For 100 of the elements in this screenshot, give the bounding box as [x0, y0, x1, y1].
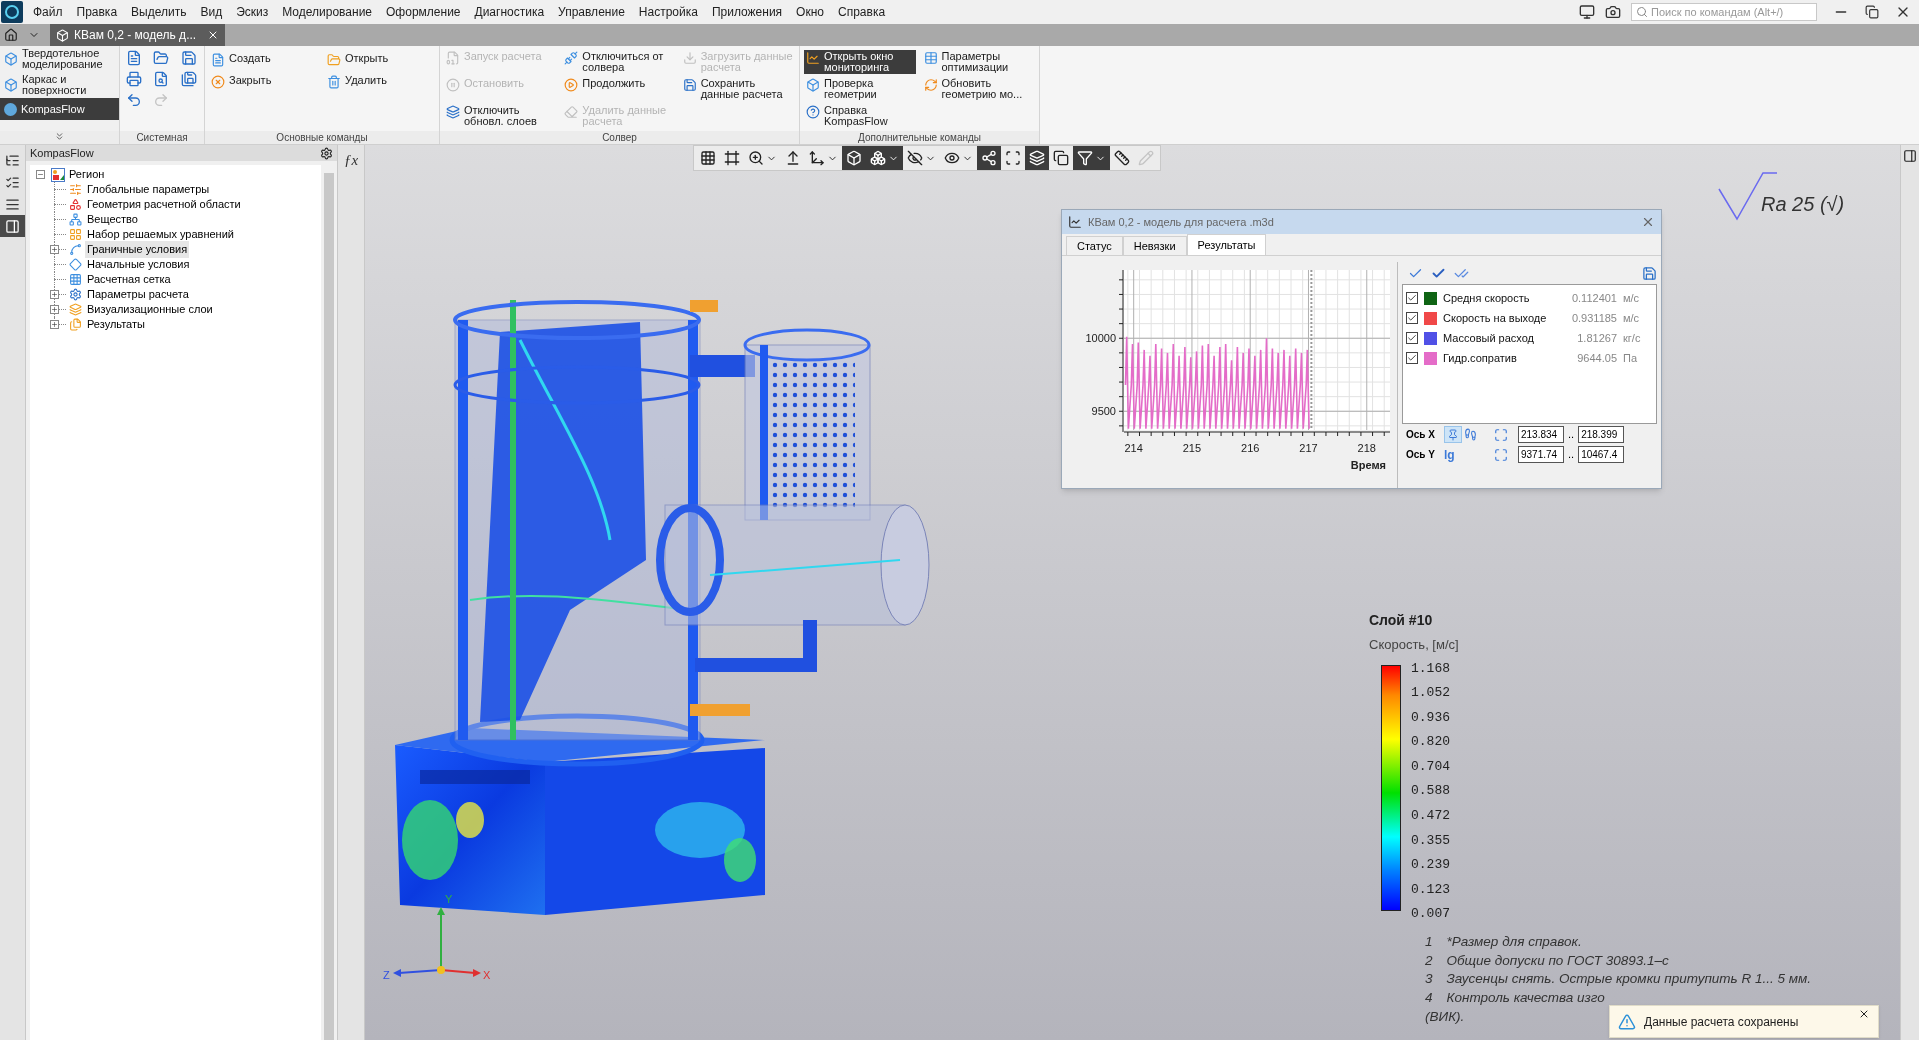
file-search-icon[interactable]	[153, 71, 170, 87]
toolbar-button[interactable]	[977, 146, 1001, 170]
menu-item[interactable]: Оформление	[384, 3, 463, 21]
menu-item[interactable]: Выделить	[129, 3, 189, 21]
checkbox[interactable]	[1406, 332, 1418, 344]
ribbon-command[interactable]: Параметры оптимизации	[921, 50, 1034, 74]
cube-icon	[806, 78, 820, 92]
undo-icon[interactable]	[126, 92, 142, 108]
dialog-title: КВам 0,2 - модель для расчета .m3d	[1088, 214, 1274, 230]
tree-item[interactable]: Набор решаемых уравнений	[85, 226, 236, 243]
ribbon-command[interactable]: Удалить	[325, 74, 435, 90]
ribbon-command[interactable]: Сохранить данные расчета	[680, 77, 795, 101]
ribbon-command[interactable]: Закрыть	[209, 74, 319, 90]
search-field[interactable]: Поиск по командам (Alt+/)	[1631, 3, 1817, 21]
ribbon-command[interactable]: Создать	[209, 52, 319, 68]
expand-toggle[interactable]	[50, 290, 59, 299]
axis-max-field[interactable]: 10467.4	[1578, 446, 1625, 463]
toolbar-button[interactable]	[866, 146, 903, 170]
legend-title: Слой #10	[1369, 611, 1434, 630]
tree-item[interactable]: Визуализационные слои	[85, 301, 215, 318]
curve-icon	[69, 243, 82, 256]
checkbox[interactable]	[1406, 312, 1418, 324]
fit-icon[interactable]	[1494, 427, 1508, 442]
menu-item[interactable]: Моделирование	[280, 3, 375, 21]
pin-toggle[interactable]	[1444, 426, 1462, 443]
expand-icon[interactable]	[54, 131, 65, 142]
close-icon[interactable]	[1858, 1008, 1870, 1020]
tree-item[interactable]: Начальные условия	[85, 256, 192, 273]
save-icon[interactable]	[1642, 265, 1657, 281]
menu-item[interactable]: Приложения	[709, 3, 785, 21]
menu-item[interactable]: Вид	[198, 3, 225, 21]
menu-item[interactable]: Файл	[31, 3, 65, 21]
refresh-icon	[923, 78, 938, 92]
checkbox[interactable]	[1406, 352, 1418, 364]
expand-toggle[interactable]	[36, 170, 45, 179]
dialog-tab[interactable]: Невязки	[1122, 236, 1187, 255]
tree-item[interactable]: Граничные условия	[85, 241, 190, 258]
checkbox[interactable]	[1406, 292, 1418, 304]
document-tab[interactable]: КВам 0,2 - модель д...	[50, 24, 226, 46]
axis-min-field[interactable]: 213.834	[1518, 426, 1564, 443]
axis-min-field[interactable]: 9371.74	[1518, 446, 1564, 463]
ribbon-command[interactable]: Справка KompasFlow	[804, 104, 916, 128]
sliders-icon	[69, 183, 82, 196]
folder-icon[interactable]	[153, 50, 170, 66]
tree-item[interactable]: Результаты	[85, 316, 147, 333]
panel-icon[interactable]	[1903, 149, 1917, 163]
log-scale-toggle[interactable]: lg	[1444, 445, 1484, 464]
menu-item[interactable]: Правка	[74, 3, 120, 21]
expand-toggle[interactable]	[50, 320, 59, 329]
restore-icon[interactable]	[1865, 5, 1879, 19]
dialog-tab[interactable]: Результаты	[1186, 234, 1267, 255]
ribbon-command[interactable]: Отключить обновл. слоев	[444, 104, 558, 128]
ribbon-command[interactable]: Обновить геометрию мо...	[921, 77, 1034, 101]
axis-triad-icon	[391, 907, 481, 977]
ribbon-command[interactable]: Проверка геометрии	[804, 77, 916, 101]
tree-item[interactable]: Расчетная сетка	[85, 271, 173, 288]
camera-icon[interactable]	[1605, 4, 1621, 20]
tree-item[interactable]: Вещество	[85, 211, 140, 228]
save-icon[interactable]	[180, 50, 197, 66]
side-tab[interactable]	[0, 215, 25, 237]
ribbon-command[interactable]: Продолжить	[562, 77, 677, 93]
axis-label: X	[483, 968, 491, 983]
file-icon[interactable]	[126, 50, 142, 66]
menu-item[interactable]: Окно	[794, 3, 826, 21]
fit-icon[interactable]	[1494, 447, 1508, 462]
menu-item[interactable]: Настройка	[636, 3, 700, 21]
checklist-icon	[5, 174, 20, 190]
printer-icon[interactable]	[126, 71, 142, 87]
mode-item[interactable]: Твердотельное моделирование	[0, 46, 119, 72]
note-number: 3	[1425, 970, 1433, 989]
menu-item[interactable]: Справка	[836, 3, 888, 21]
home-icon[interactable]	[4, 28, 18, 42]
ribbon-command[interactable]: Открыть окно мониторинга	[804, 50, 916, 74]
scrollbar[interactable]	[324, 173, 334, 1040]
toolbar-button[interactable]	[1073, 146, 1110, 170]
scale-tick-label: 0.588	[1411, 782, 1450, 801]
layers-icon	[1029, 150, 1045, 166]
monitor-icon[interactable]	[1579, 4, 1595, 20]
dialog-tab[interactable]: Статус	[1066, 236, 1123, 255]
menu-item[interactable]: Управление	[556, 3, 627, 21]
menu-item[interactable]: Эскиз	[234, 3, 271, 21]
axis-max-field[interactable]: 218.399	[1578, 426, 1625, 443]
mode-item[interactable]: Каркас и поверхности	[0, 72, 119, 98]
tree-item[interactable]: Глобальные параметры	[85, 181, 212, 198]
ribbon-command[interactable]: Отключиться от солвера	[562, 50, 677, 74]
save-icon[interactable]	[180, 71, 197, 87]
toolbar-button[interactable]	[1025, 146, 1049, 170]
expand-toggle[interactable]	[50, 245, 59, 254]
menu-item[interactable]: Диагностика	[472, 3, 547, 21]
axis-tick-label: 215	[1182, 442, 1202, 454]
files-icon	[69, 318, 82, 331]
ribbon-command[interactable]: Открыть	[325, 52, 435, 68]
footprints-icon[interactable]	[1464, 428, 1477, 441]
tree-item[interactable]: Параметры расчета	[85, 286, 191, 303]
toolbar-button[interactable]	[842, 146, 866, 170]
expand-toggle[interactable]	[50, 305, 59, 314]
mode-item[interactable]: KompasFlow	[0, 98, 119, 120]
settings-icon[interactable]	[320, 146, 333, 160]
tree-item[interactable]: Регион	[69, 166, 105, 183]
tree-item[interactable]: Геометрия расчетной области	[85, 196, 243, 213]
